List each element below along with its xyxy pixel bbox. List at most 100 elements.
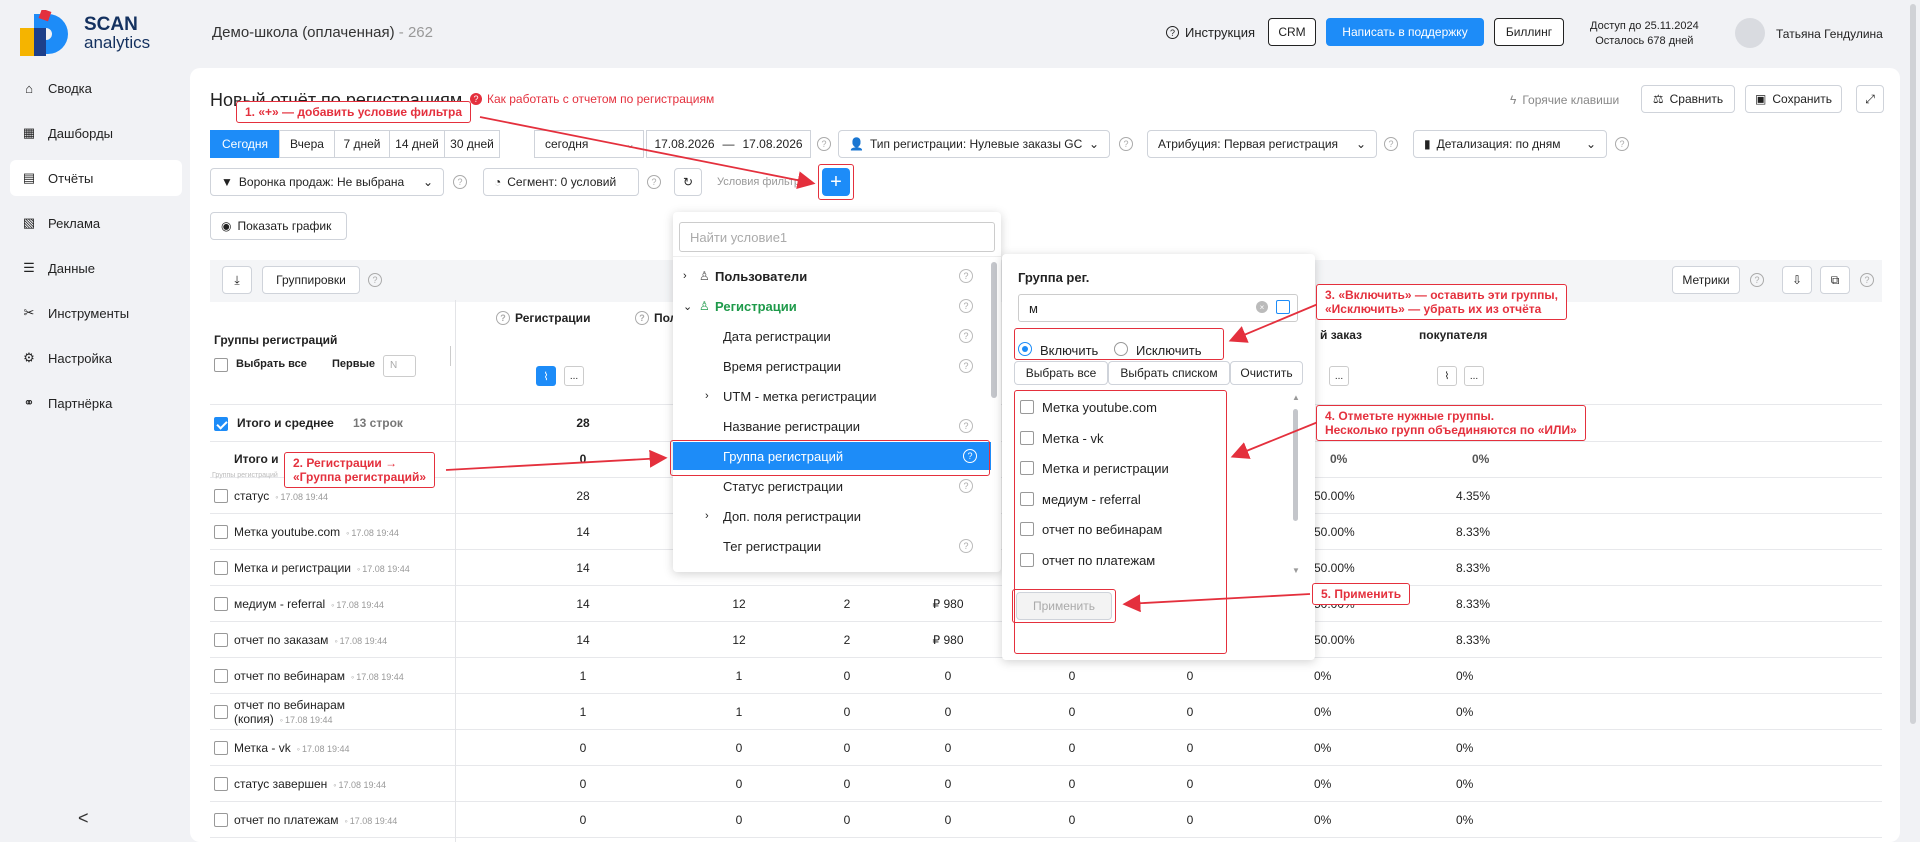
help-icon[interactable]: ? <box>647 175 661 189</box>
save-button[interactable]: ▣ Сохранить <box>1745 85 1842 113</box>
help-icon[interactable]: ? <box>1860 273 1874 287</box>
select-all-button[interactable]: Выбрать все <box>1014 361 1108 385</box>
reset-filter-button[interactable]: ↻ <box>674 168 702 196</box>
period-tab-1[interactable]: Вчера <box>279 130 335 158</box>
row-checkbox[interactable] <box>214 813 228 827</box>
row-checkbox[interactable] <box>214 489 228 503</box>
instruction-link[interactable]: ? Инструкция <box>1166 25 1255 40</box>
table-row[interactable]: Метка - vk ◦ 17.08 19:44 0 0 0 0 0 0 0% 0% <box>210 730 1882 766</box>
table-row[interactable]: отчет по вебинарам ◦ 17.08 19:44 1 1 0 0 0 0 0% 0% <box>210 658 1882 694</box>
funnel-select[interactable]: ▼ Воронка продаж: Не выбрана ⌄ <box>210 168 444 196</box>
table-row[interactable]: статус завершен ◦ 17.08 19:44 0 0 0 0 0 0 0% 0% <box>210 766 1882 802</box>
condition-item-1[interactable]: ⌄ ♙ Регистрации? <box>673 292 983 320</box>
hotkeys-link[interactable]: ϟ Горячие клавиши <box>1510 93 1619 107</box>
show-chart-button[interactable]: ◉ Показать график <box>210 212 347 240</box>
groupings-button[interactable]: Группировки <box>262 266 360 294</box>
help-icon[interactable]: ? <box>817 137 831 151</box>
help-icon[interactable]: ? <box>959 419 973 433</box>
collapse-sidebar-button[interactable]: < <box>78 808 89 829</box>
pol-col-header[interactable]: ? Пол <box>635 311 677 325</box>
sidebar-item-1[interactable]: ▦ Дашборды <box>10 115 182 151</box>
metrics-button[interactable]: Метрики <box>1672 266 1740 294</box>
row-checkbox[interactable] <box>214 741 228 755</box>
sidebar-item-0[interactable]: ⌂ Сводка <box>10 70 182 106</box>
select-all-checkbox[interactable] <box>214 358 228 372</box>
copy-button[interactable]: ⧉ <box>1820 266 1850 294</box>
download-button[interactable]: ⤓ <box>222 266 252 294</box>
avatar[interactable] <box>1735 18 1765 48</box>
scroll-down-icon[interactable]: ▼ <box>1292 566 1300 575</box>
logo[interactable]: SCAN analytics <box>18 10 178 58</box>
report-help-link[interactable]: ? Как работать с отчетом по регистрациям <box>470 92 714 106</box>
sidebar-item-7[interactable]: ⚭ Партнёрка <box>10 385 182 421</box>
condition-item-7[interactable]: Статус регистрации? <box>673 472 983 500</box>
help-icon[interactable]: ? <box>1615 137 1629 151</box>
row-checkbox[interactable] <box>214 561 228 575</box>
table-row[interactable]: отчет по вебинарам (копия) ◦ 17.08 19:44 1 1… <box>210 694 1882 730</box>
row-checkbox[interactable] <box>214 597 228 611</box>
row-checkbox[interactable] <box>214 705 228 719</box>
sidebar-item-5[interactable]: ✂ Инструменты <box>10 295 182 331</box>
crm-button[interactable]: CRM <box>1268 18 1316 46</box>
row-checkbox[interactable] <box>214 777 228 791</box>
chart-toggle-button[interactable]: ⌇ <box>536 366 556 386</box>
sidebar-item-3[interactable]: ▧ Реклама <box>10 205 182 241</box>
condition-item-9[interactable]: Тег регистрации? <box>673 532 983 560</box>
add-condition-button[interactable]: + <box>822 168 850 196</box>
help-icon[interactable]: ? <box>959 269 973 283</box>
help-icon[interactable]: ? <box>959 539 973 553</box>
date-range-input[interactable]: 17.08.2026 — 17.08.2026 <box>646 130 811 158</box>
period-tab-3[interactable]: 14 дней <box>389 130 445 158</box>
help-icon[interactable]: ? <box>1384 137 1398 151</box>
select-list-button[interactable]: Выбрать списком <box>1108 361 1230 385</box>
scrollbar[interactable] <box>1293 409 1298 521</box>
clear-input-icon[interactable]: × <box>1256 301 1268 313</box>
sidebar-item-6[interactable]: ⚙ Настройка <box>10 340 182 376</box>
detail-select[interactable]: ▮ Детализация: по дням ⌄ <box>1413 130 1607 158</box>
help-icon[interactable]: ? <box>959 359 973 373</box>
first-n-input[interactable]: N <box>383 355 416 377</box>
condition-item-8[interactable]: › Доп. поля регистрации <box>673 502 983 530</box>
scrollbar[interactable] <box>991 262 997 398</box>
billing-button[interactable]: Биллинг <box>1494 18 1564 46</box>
help-icon[interactable]: ? <box>959 479 973 493</box>
user-name[interactable]: Татьяна Гендулина <box>1776 27 1883 41</box>
attribution-select[interactable]: Атрибуция: Первая регистрация ⌄ <box>1147 130 1377 158</box>
save-search-icon[interactable] <box>1276 300 1290 314</box>
condition-item-0[interactable]: › ♙ Пользователи? <box>673 262 983 290</box>
help-icon[interactable]: ? <box>368 273 382 287</box>
condition-search-input[interactable]: Найти условие1 <box>679 222 995 252</box>
support-button[interactable]: Написать в поддержку <box>1326 18 1484 46</box>
clear-button[interactable]: Очистить <box>1230 361 1303 385</box>
help-icon[interactable]: ? <box>1750 273 1764 287</box>
scroll-up-icon[interactable]: ▲ <box>1292 393 1300 402</box>
sidebar-item-2[interactable]: ▤ Отчёты <box>10 160 182 196</box>
project-name[interactable]: Демо-школа (оплаченная) - 262 <box>212 24 433 41</box>
period-tab-0[interactable]: Сегодня <box>210 130 280 158</box>
more-button[interactable]: ... <box>1464 366 1484 386</box>
condition-item-4[interactable]: › UTM - метка регистрации <box>673 382 983 410</box>
reg-col-header[interactable]: ? Регистрации <box>496 311 590 325</box>
condition-item-3[interactable]: Время регистрации? <box>673 352 983 380</box>
segment-button[interactable]: ◔ Сегмент: 0 условий <box>483 168 639 196</box>
help-icon[interactable]: ? <box>453 175 467 189</box>
help-icon[interactable]: ? <box>959 329 973 343</box>
condition-item-2[interactable]: Дата регистрации? <box>673 322 983 350</box>
page-scrollbar[interactable] <box>1910 4 1916 724</box>
row-checkbox[interactable] <box>214 669 228 683</box>
export-button[interactable]: ⇩ <box>1782 266 1812 294</box>
total-checkbox[interactable] <box>214 417 228 431</box>
fullscreen-button[interactable]: ⤢ <box>1856 85 1884 113</box>
more-button[interactable]: ... <box>564 366 584 386</box>
help-icon[interactable]: ? <box>1119 137 1133 151</box>
row-checkbox[interactable] <box>214 525 228 539</box>
reg-type-select[interactable]: 👤 Тип регистрации: Нулевые заказы GC ⌄ <box>838 130 1110 158</box>
period-tab-4[interactable]: 30 дней <box>444 130 500 158</box>
more-button[interactable]: ... <box>1329 366 1349 386</box>
period-select[interactable]: сегодня ⌄ <box>534 130 644 158</box>
help-icon[interactable]: ? <box>959 299 973 313</box>
condition-item-5[interactable]: Название регистрации? <box>673 412 983 440</box>
period-tab-2[interactable]: 7 дней <box>334 130 390 158</box>
row-checkbox[interactable] <box>214 633 228 647</box>
sidebar-item-4[interactable]: ☰ Данные <box>10 250 182 286</box>
